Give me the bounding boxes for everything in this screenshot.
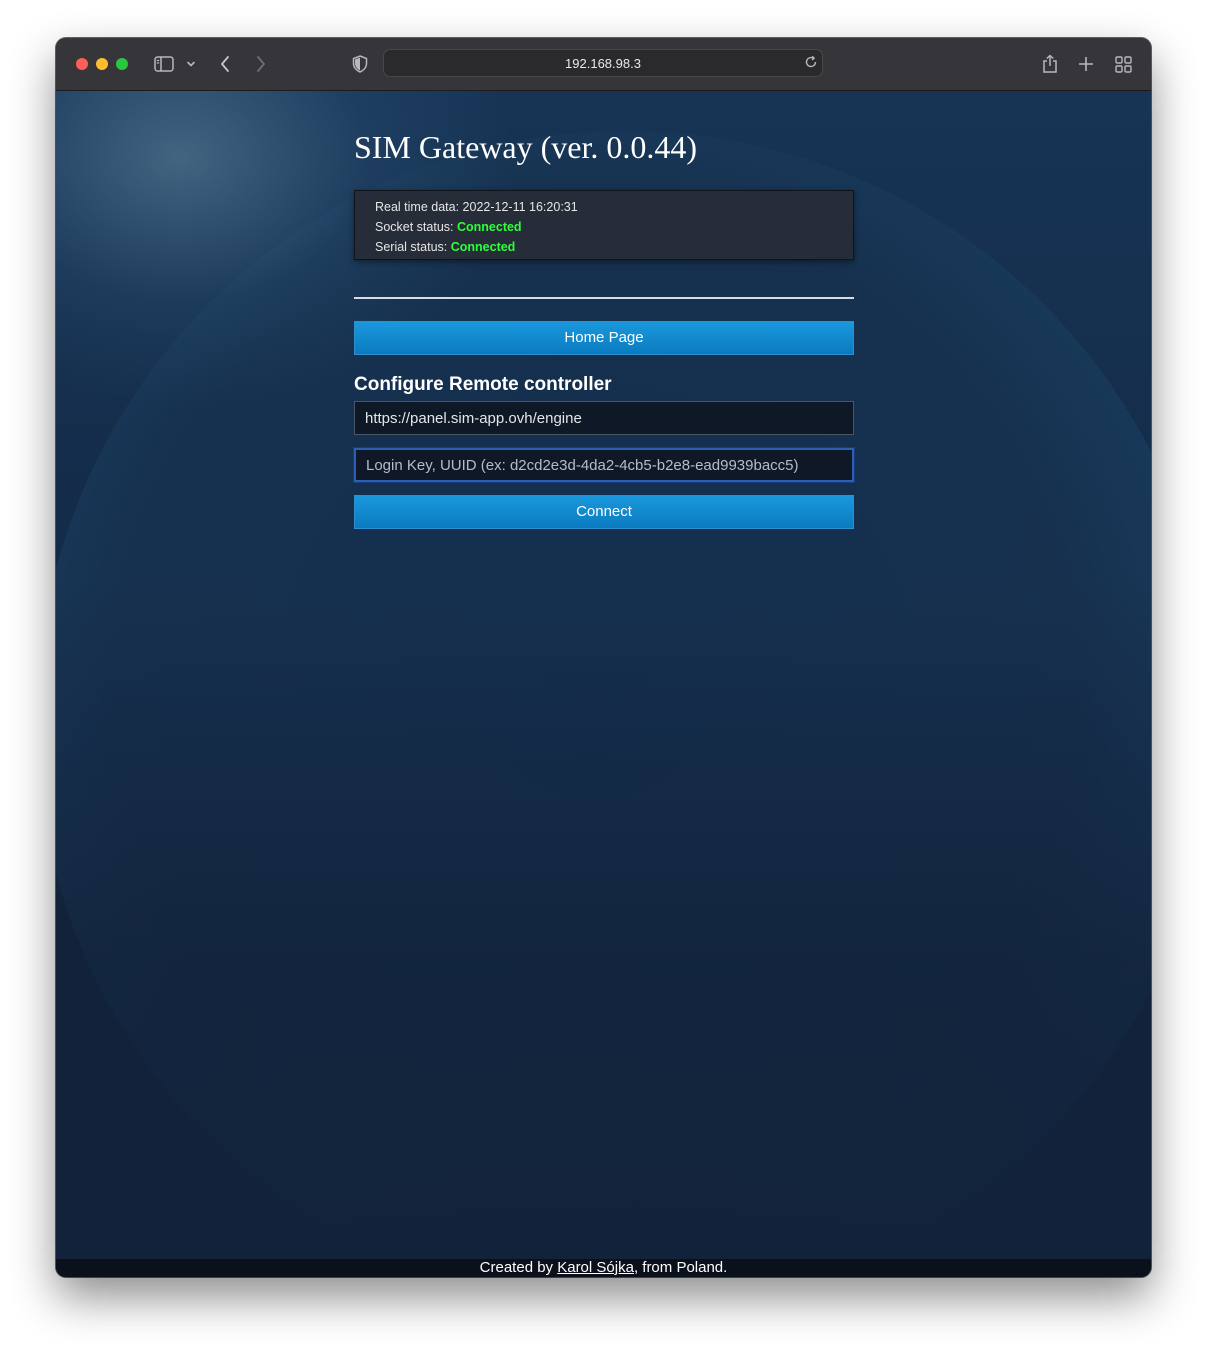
new-tab-icon[interactable]	[1077, 52, 1095, 76]
connect-button[interactable]: Connect	[354, 495, 854, 529]
browser-window: 192.168.98.3 SIM Gateway (ver. 0.0.44) R…	[56, 38, 1151, 1277]
chevron-down-icon[interactable]	[184, 52, 198, 76]
home-page-button[interactable]: Home Page	[354, 321, 854, 355]
background-shade	[56, 577, 1151, 1277]
socket-status-value: Connected	[456, 220, 522, 234]
close-window-button[interactable]	[76, 58, 88, 70]
serial-status-label: Serial status:	[375, 240, 451, 254]
login-key-input[interactable]	[354, 448, 854, 482]
status-panel: Real time data: 2022-12-11 16:20:31 Sock…	[354, 190, 854, 260]
browser-toolbar: 192.168.98.3	[56, 38, 1151, 91]
footer-suffix: , from Poland.	[633, 1259, 728, 1276]
serial-status-value: Connected	[450, 240, 516, 254]
divider	[354, 297, 854, 299]
minimize-window-button[interactable]	[96, 58, 108, 70]
realtime-row: Real time data: 2022-12-11 16:20:31	[375, 197, 853, 217]
tab-overview-icon[interactable]	[1113, 52, 1133, 76]
footer-prefix: Created by	[479, 1259, 558, 1276]
page-viewport: SIM Gateway (ver. 0.0.44) Real time data…	[56, 91, 1151, 1277]
privacy-shield-icon[interactable]	[350, 52, 370, 76]
socket-status-row: Socket status: Connected	[375, 217, 853, 237]
realtime-value: 2022-12-11 16:20:31	[462, 200, 578, 214]
back-icon[interactable]	[216, 52, 234, 76]
share-icon[interactable]	[1040, 52, 1060, 76]
address-bar-url[interactable]: 192.168.98.3	[384, 56, 822, 71]
serial-status-row: Serial status: Connected	[375, 237, 853, 257]
remote-url-input[interactable]	[354, 401, 854, 435]
socket-status-label: Socket status:	[375, 220, 457, 234]
maximize-window-button[interactable]	[116, 58, 128, 70]
section-title: Configure Remote controller	[354, 374, 612, 395]
page-title: SIM Gateway (ver. 0.0.44)	[354, 129, 698, 165]
address-bar[interactable]: 192.168.98.3	[383, 49, 823, 77]
forward-icon[interactable]	[252, 52, 270, 76]
author-link[interactable]: Karol Sójka	[557, 1259, 634, 1276]
realtime-label: Real time data:	[375, 200, 463, 214]
reload-icon[interactable]	[804, 55, 818, 74]
sidebar-toggle-icon[interactable]	[152, 52, 176, 76]
footer: Created by Karol Sójka, from Poland.	[56, 1259, 1151, 1277]
